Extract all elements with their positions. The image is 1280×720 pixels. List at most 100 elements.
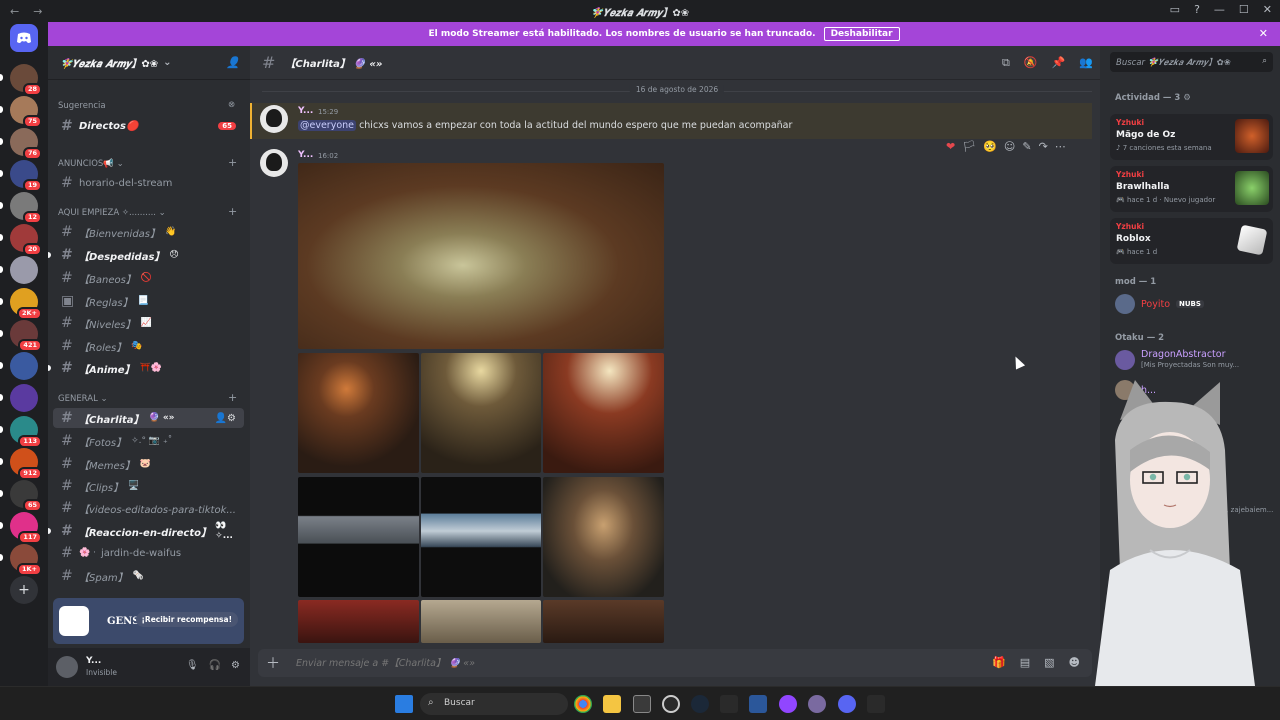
gift-icon[interactable]: 🎁	[992, 656, 1006, 669]
epic-games-icon[interactable]	[720, 695, 738, 713]
close-window-icon[interactable]: ✕	[1263, 3, 1272, 16]
add-channel-icon[interactable]: +	[228, 156, 237, 169]
add-server-button[interactable]: +	[10, 576, 38, 604]
everyone-mention[interactable]: @everyone	[298, 120, 357, 131]
add-member-icon[interactable]: 👤	[226, 56, 240, 69]
server-icon[interactable]: 421	[0, 320, 42, 352]
channel-baneos[interactable]: # 【Baneos】 🚫	[53, 268, 244, 288]
activity-card[interactable]: Yzhuki Mägo de Oz ♪ 7 canciones esta sem…	[1110, 114, 1273, 160]
server-icon[interactable]	[0, 256, 38, 284]
message-author[interactable]: Y...	[298, 106, 313, 116]
server-icon[interactable]: 75	[0, 96, 42, 128]
avatar[interactable]	[56, 656, 78, 678]
store-icon[interactable]	[633, 695, 651, 713]
channel-settings-icons[interactable]: 👤⚙	[215, 413, 236, 424]
headphones-icon[interactable]: 🎧	[209, 660, 221, 671]
gallery-image[interactable]	[421, 600, 541, 643]
sticker-icon[interactable]: ▧	[1044, 656, 1054, 669]
gear-icon[interactable]: ⚙	[231, 660, 240, 671]
app-icon[interactable]	[779, 695, 797, 713]
channel-despedidas[interactable]: # 【Despedidas】 😞	[48, 245, 244, 265]
chrome-icon[interactable]	[574, 695, 592, 713]
heart-reaction-icon[interactable]: ❤	[946, 140, 955, 153]
app-icon[interactable]	[662, 695, 680, 713]
obs-icon[interactable]	[808, 695, 826, 713]
server-icon[interactable]: 1K+	[0, 544, 42, 576]
add-channel-icon[interactable]: +	[228, 391, 237, 404]
channel-reglas[interactable]: ▣ 【Reglas】 📃	[53, 291, 244, 311]
game-promo-card[interactable]: GENSHIN IMPACT ¡Recibir recompensa!	[53, 598, 244, 644]
message-author[interactable]: Y...	[298, 150, 313, 160]
category-anuncios[interactable]: ANUNCIOS📢 ⌄ +	[58, 156, 237, 169]
members-icon[interactable]: 👥	[1079, 56, 1093, 70]
channel-clips[interactable]: # 【Clips】 🖥️	[53, 476, 244, 496]
activity-card[interactable]: Yzhuki Roblox 🎮 hace 1 d	[1110, 218, 1273, 264]
microphone-icon[interactable]: 🎙	[186, 660, 199, 671]
pleading-reaction-icon[interactable]: 🥺	[983, 140, 997, 153]
avatar[interactable]	[260, 149, 288, 177]
minimize-icon[interactable]: —	[1214, 3, 1225, 16]
server-icon[interactable]: 65	[0, 480, 42, 512]
maximize-icon[interactable]: ☐	[1239, 3, 1249, 16]
channel-directos[interactable]: # Directos🔴 65	[53, 116, 244, 136]
mute-bell-icon[interactable]: 🔕	[1024, 56, 1038, 70]
channel-jardin[interactable]: # 🌸 · jardin-de-waifus	[53, 543, 244, 563]
epic-games-icon[interactable]	[867, 695, 885, 713]
channel-fotos[interactable]: # 【Fotos】 ✧.° 📷 ₊˚	[53, 431, 244, 451]
gallery-image[interactable]	[298, 353, 419, 473]
channel-reaccion[interactable]: # 【Reaccion-en-directo】 👀✧...	[48, 521, 244, 541]
add-attachment-icon[interactable]: ＋	[266, 653, 280, 673]
gallery-image[interactable]	[421, 477, 541, 597]
server-icon[interactable]: 19	[0, 160, 42, 192]
channel-niveles[interactable]: # 【Niveles】 📈	[53, 313, 244, 333]
gallery-image[interactable]	[543, 600, 664, 643]
add-reaction-icon[interactable]: ☺	[1004, 140, 1015, 153]
user-info[interactable]: Y... Invisible	[86, 656, 117, 678]
member-item[interactable]: h...	[1115, 380, 1156, 400]
disable-streamer-button[interactable]: Deshabilitar	[823, 27, 900, 41]
server-icon[interactable]: 12	[0, 192, 42, 224]
gallery-image[interactable]	[421, 353, 541, 473]
forward-icon[interactable]: ↷	[1039, 140, 1048, 153]
edit-icon[interactable]: ✎	[1022, 140, 1031, 153]
gallery-image[interactable]	[543, 353, 664, 473]
threads-icon[interactable]: ⧉	[1002, 56, 1010, 70]
message-input[interactable]	[296, 657, 856, 669]
close-icon[interactable]: ✕	[1259, 27, 1268, 40]
category-general[interactable]: GENERAL ⌄ +	[58, 391, 237, 404]
taskbar-search[interactable]: ⌕ Buscar	[420, 693, 568, 715]
channel-memes[interactable]: # 【Memes】 🐷	[53, 454, 244, 474]
pin-icon[interactable]: 📌	[1052, 56, 1066, 70]
discord-home-icon[interactable]	[10, 24, 38, 52]
avatar[interactable]	[260, 105, 288, 133]
server-icon[interactable]: 76	[0, 128, 42, 160]
word-icon[interactable]	[749, 695, 767, 713]
server-icon[interactable]: 113	[0, 416, 42, 448]
activity-card[interactable]: Yzhuki Brawlhalla 🎮 hace 1 d · Nuevo jug…	[1110, 166, 1273, 212]
server-header[interactable]: 🧚‍♀️𝒀𝒆𝒛𝒌𝒂 𝑨𝒓𝒎𝒚】✿❀ ⌄ 👤	[48, 46, 250, 80]
channel-horario[interactable]: # horario-del-stream	[53, 173, 244, 193]
gif-icon[interactable]: ▤	[1020, 656, 1030, 669]
member-item[interactable]: Poyito NUBS	[1115, 294, 1204, 314]
gallery-image[interactable]	[298, 477, 419, 597]
server-icon[interactable]: 20	[0, 224, 42, 256]
server-icon[interactable]: 912	[0, 448, 42, 480]
message-highlighted[interactable]: Y... 15:29 @everyone chicxs vamos a empe…	[250, 103, 1092, 139]
close-suggestion-icon[interactable]: ⊗	[228, 100, 235, 110]
more-icon[interactable]: ⋯	[1055, 140, 1066, 153]
claim-reward-button[interactable]: ¡Recibir recompensa!	[135, 612, 238, 627]
category-aqui-empieza[interactable]: AQUI EMPIEZA ✧.......... ⌄ +	[58, 205, 237, 218]
channel-charlita[interactable]: # 【Charlita】 🔮 «» 👤⚙	[53, 408, 244, 428]
file-explorer-icon[interactable]	[603, 695, 621, 713]
gallery-image[interactable]	[298, 600, 419, 643]
channel-spam[interactable]: # 【Spam】 🗞️	[53, 566, 244, 586]
channel-roles[interactable]: # 【Roles】 🎭	[53, 336, 244, 356]
channel-anime[interactable]: # 【Anime】 ⛩️🌸	[48, 358, 244, 378]
windows-start-icon[interactable]	[395, 695, 413, 713]
discord-taskbar-icon[interactable]	[838, 695, 856, 713]
server-icon[interactable]	[0, 384, 38, 412]
server-icon[interactable]: 28	[0, 64, 42, 96]
steam-icon[interactable]	[691, 695, 709, 713]
flag-reaction-icon[interactable]: 🏳	[962, 140, 976, 153]
gallery-image[interactable]	[298, 163, 664, 349]
